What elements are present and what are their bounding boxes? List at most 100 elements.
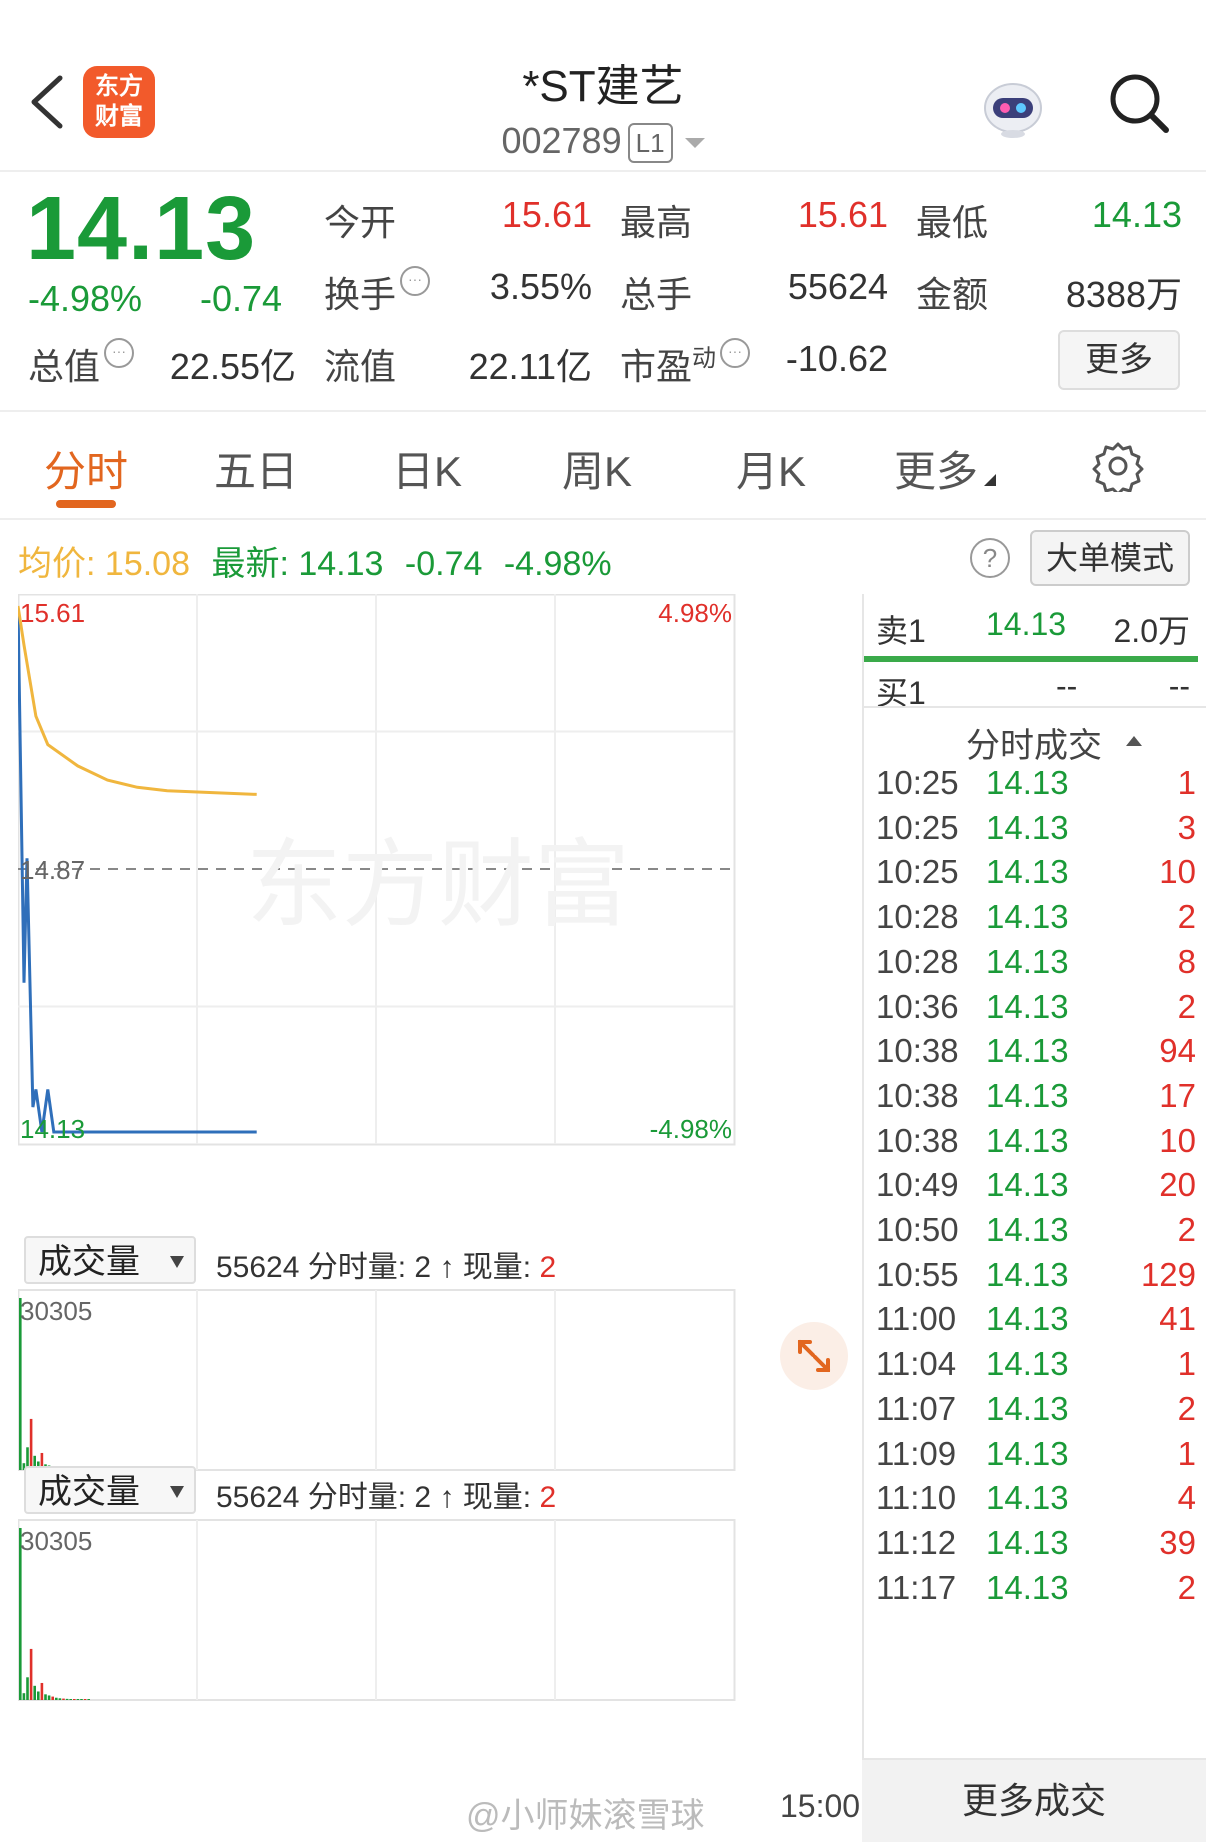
indicator-select-label: 成交量	[38, 1243, 140, 1281]
change-percent: -4.98%	[28, 278, 143, 319]
tab-daily-k[interactable]: 日K	[392, 438, 462, 499]
trade-time: 11:07	[876, 1389, 957, 1427]
sell1-row[interactable]: 卖1 14.13 2.0万	[876, 606, 1206, 652]
y-tick-label-right: -4.98%	[650, 1114, 732, 1144]
trade-time: 10:25	[876, 808, 959, 846]
volume-label: 总手	[620, 274, 693, 315]
trade-price: 14.13	[986, 1568, 1069, 1606]
big-order-mode-button[interactable]: 大单模式	[1030, 530, 1190, 586]
trade-time: 11:17	[876, 1568, 957, 1606]
volume-info: 55624 分时量: 2 ↑ 现量: 2	[216, 1472, 556, 1516]
volume-bar	[22, 1693, 26, 1700]
app-logo[interactable]: 东方财富	[83, 66, 155, 138]
trade-time: 11:10	[876, 1479, 957, 1517]
trade-time: 10:28	[876, 898, 959, 936]
change-amount: -0.74	[200, 278, 283, 319]
volume-bar	[65, 1698, 69, 1700]
volume-bar	[29, 1418, 33, 1470]
panel-divider	[862, 594, 864, 1842]
pe-value: -10.62	[785, 338, 888, 379]
sell1-price: 14.13	[986, 606, 1067, 642]
trade-time: 10:38	[876, 1076, 959, 1114]
tab-more[interactable]: 更多	[894, 438, 997, 499]
info-icon[interactable]: ···	[720, 338, 751, 368]
trade-time: 11:09	[876, 1434, 957, 1472]
chevron-left-icon	[31, 75, 63, 129]
chart-settings-button[interactable]	[1092, 440, 1144, 496]
y-tick-label: 14.13	[20, 1114, 85, 1144]
sort-up-icon	[1126, 736, 1142, 746]
y-tick-label: 14.87	[20, 855, 85, 885]
tab-weekly-k[interactable]: 周K	[562, 438, 632, 499]
volume-bar	[51, 1696, 54, 1700]
trade-price: 14.13	[986, 1211, 1069, 1248]
question-icon[interactable]: ?	[970, 538, 1010, 578]
search-button[interactable]	[1106, 70, 1172, 136]
stock-code: 002789	[501, 120, 622, 161]
expand-chart-button[interactable]	[780, 1322, 848, 1390]
amount-value: 8388万	[1065, 274, 1182, 315]
price-chart[interactable]: 东方财富 15.61 14.87 14.13 4.98% -4.98% 30305 30…	[18, 594, 860, 1790]
stock-code-selector[interactable]: 002789 L1	[380, 120, 826, 164]
trade-volume: 129	[1140, 1255, 1196, 1293]
trade-panel: 卖1 14.13 2.0万 买1 -- -- 分时成交 10:25 14.13 1 1…	[862, 594, 1206, 1842]
watermark: @小师妹滚雪球	[466, 1797, 705, 1835]
trade-volume: 2	[1177, 898, 1196, 936]
turnover-value: 3.55%	[489, 266, 592, 307]
trade-price: 14.13	[986, 1255, 1069, 1293]
active-tab-indicator	[56, 500, 116, 508]
back-button[interactable]	[26, 72, 70, 132]
high-value: 15.61	[797, 194, 888, 235]
trades-title[interactable]: 分时成交	[862, 718, 1206, 767]
volume-bar	[73, 1699, 76, 1700]
buy1-volume: --	[1168, 668, 1190, 704]
intraday-summary: 均价: 15.08 最新: 14.13 -0.74 -4.98%	[18, 536, 612, 585]
time-axis-end: 15:00	[780, 1788, 861, 1824]
sell1-label: 卖1	[876, 613, 926, 649]
trade-price: 14.13	[986, 1389, 1069, 1427]
robot-icon	[984, 83, 1042, 138]
mktcap-label: 总值 ···	[28, 338, 135, 390]
trade-volume: 41	[1159, 1300, 1196, 1338]
more-quote-button[interactable]: 更多	[1058, 330, 1180, 390]
trade-volume: 1	[1177, 1434, 1196, 1472]
current-volume: 2	[539, 1251, 557, 1284]
trade-volume: 1	[1177, 764, 1196, 801]
divider	[862, 706, 1206, 708]
caret-down-icon	[170, 1486, 184, 1498]
volume-bar	[62, 1698, 65, 1700]
tab-monthly-k[interactable]: 月K	[736, 438, 806, 499]
volume-info-text: 55624 分时量: 2 ↑ 现量:	[216, 1251, 540, 1284]
tab-intraday[interactable]: 分时	[44, 438, 128, 499]
mktcap-value: 22.55亿	[169, 346, 296, 387]
trade-volume: 2	[1177, 1389, 1196, 1427]
info-icon[interactable]: ···	[104, 338, 135, 368]
latest-percent: -4.98%	[503, 545, 612, 583]
trade-volume: 2	[1177, 1211, 1196, 1248]
robot-assistant-button[interactable]	[980, 74, 1046, 140]
trade-price: 14.13	[986, 987, 1069, 1025]
volume-bar	[83, 1699, 87, 1700]
volume-bar	[47, 1695, 51, 1700]
info-icon[interactable]: ···	[400, 266, 431, 296]
caret-down-icon	[684, 138, 705, 149]
volume-bar	[33, 1685, 36, 1700]
trade-time: 10:50	[876, 1211, 959, 1248]
volume-bar	[58, 1698, 62, 1700]
volume-info-text: 55624 分时量: 2 ↑ 现量:	[216, 1481, 540, 1514]
buy1-price: --	[1056, 668, 1078, 704]
tab-five-day[interactable]: 五日	[214, 438, 298, 499]
trade-price: 14.13	[986, 808, 1069, 846]
trade-price: 14.13	[986, 1479, 1069, 1517]
indicator-select[interactable]: 成交量	[24, 1236, 196, 1284]
indicator-select[interactable]: 成交量	[24, 1466, 196, 1514]
intraday-chart-area: 东方财富 15.61 14.87 14.13 4.98% -4.98% 30305 30…	[18, 594, 860, 1790]
trade-time: 10:55	[876, 1255, 959, 1293]
expand-icon	[798, 1340, 830, 1372]
volume-value: 55624	[787, 266, 888, 307]
trade-row: 11:17 14.13 2	[876, 1569, 1196, 1621]
avg-price-label: 均价:	[18, 545, 96, 583]
trade-volume: 4	[1177, 1479, 1196, 1517]
more-trades-button[interactable]: 更多成交	[862, 1758, 1206, 1842]
trade-volume: 1	[1177, 1345, 1196, 1383]
